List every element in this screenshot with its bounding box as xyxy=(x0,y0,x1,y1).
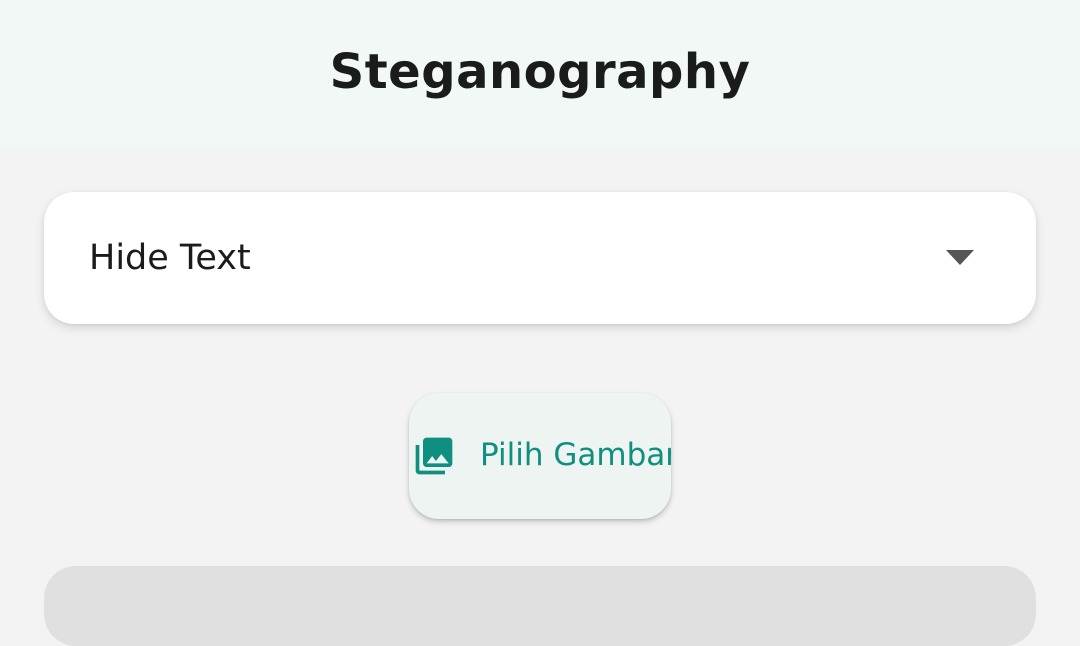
pick-image-label: Pilih Gambar xyxy=(480,437,671,473)
app-bar: Steganography xyxy=(0,0,1080,148)
mode-selected-value: Hide Text xyxy=(89,238,251,278)
photo-library-icon xyxy=(415,437,453,475)
arrow-drop-down-icon xyxy=(946,250,974,265)
content-card xyxy=(44,566,1036,646)
pick-image-button[interactable]: Pilih Gambar xyxy=(409,393,671,519)
mode-dropdown[interactable]: Hide Text xyxy=(44,192,1036,324)
page-title: Steganography xyxy=(329,44,751,100)
